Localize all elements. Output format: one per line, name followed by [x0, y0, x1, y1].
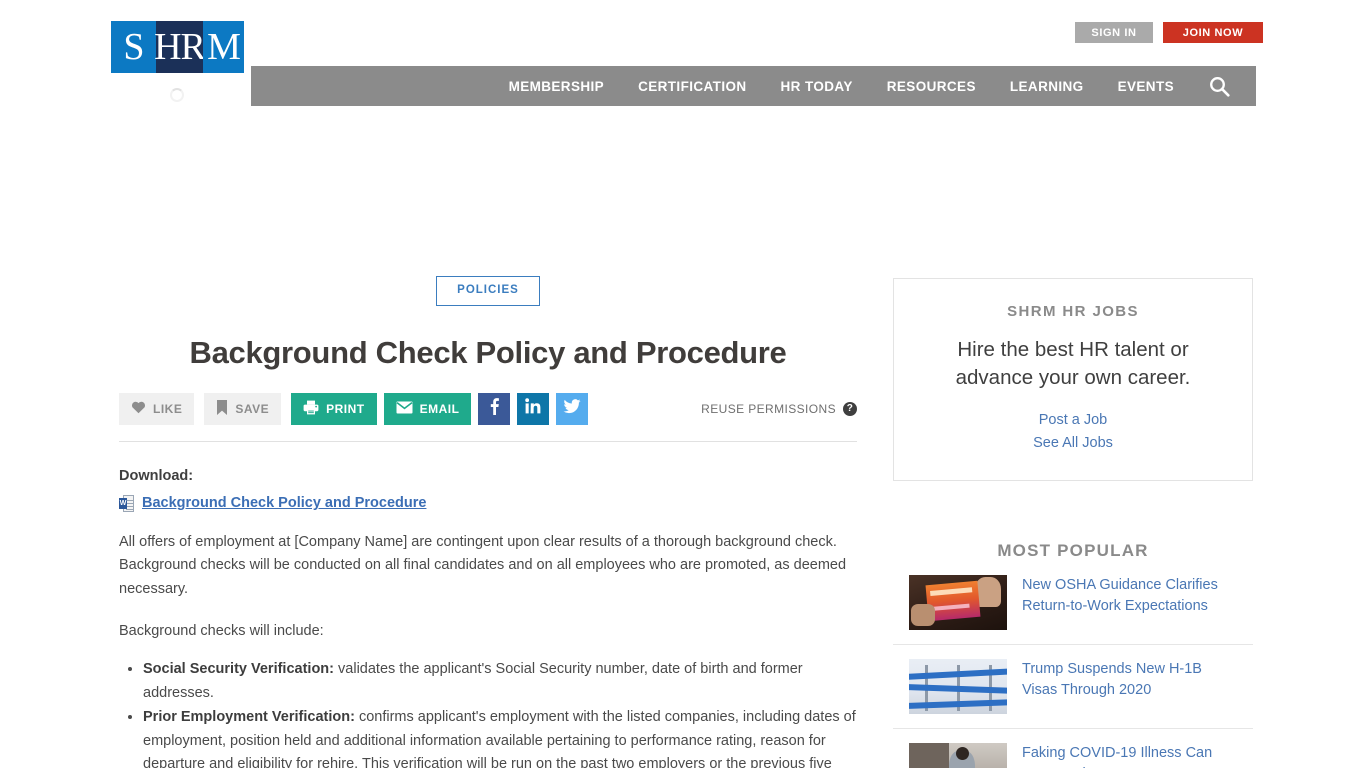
nav-item-events[interactable]: EVENTS	[1101, 79, 1191, 94]
jobs-widget-links: Post a Job See All Jobs	[922, 409, 1224, 454]
nav-item-hr-today[interactable]: HR TODAY	[764, 79, 870, 94]
article-thumbnail	[909, 575, 1007, 631]
save-button[interactable]: SAVE	[204, 392, 282, 425]
sidebar: SHRM HR JOBS Hire the best HR talent or …	[893, 278, 1253, 768]
list-item[interactable]: Faking COVID-19 Illness Can Have Serious…	[893, 728, 1253, 768]
nav-item-resources[interactable]: RESOURCES	[870, 79, 993, 94]
content-divider	[119, 440, 857, 442]
word-document-icon: W	[119, 494, 134, 512]
list-item[interactable]: Trump Suspends New H-1B Visas Through 20…	[893, 644, 1253, 728]
most-popular-widget: MOST POPULAR New OSHA Guidance Clarifies…	[893, 541, 1253, 768]
download-label: Download:	[119, 467, 194, 484]
email-label: EMAIL	[419, 401, 460, 416]
see-all-jobs-link[interactable]: See All Jobs	[922, 432, 1224, 454]
logo-block-m: M	[203, 21, 244, 73]
download-link[interactable]: Background Check Policy and Procedure	[142, 495, 426, 511]
list-item: Social Security Verification: validates …	[143, 658, 857, 705]
article-thumbnail	[909, 743, 1007, 768]
email-button[interactable]: EMAIL	[383, 392, 472, 425]
list-item[interactable]: New OSHA Guidance Clarifies Return-to-Wo…	[893, 561, 1253, 644]
linkedin-icon	[525, 398, 541, 419]
main-navigation: MEMBERSHIP CERTIFICATION HR TODAY RESOUR…	[251, 66, 1256, 106]
account-buttons: SIGN IN JOIN NOW	[1075, 22, 1263, 43]
list-item-term: Prior Employment Verification:	[143, 709, 355, 726]
most-popular-title: MOST POPULAR	[997, 541, 1149, 561]
list-item: Prior Employment Verification: confirms …	[143, 706, 857, 768]
list-item-term: Social Security Verification:	[143, 661, 334, 678]
nav-item-certification[interactable]: CERTIFICATION	[621, 79, 763, 94]
intro-paragraph: All offers of employment at [Company Nam…	[119, 533, 847, 597]
loading-spinner-icon	[170, 88, 184, 102]
article-title[interactable]: New OSHA Guidance Clarifies Return-to-Wo…	[1022, 575, 1237, 617]
search-icon[interactable]	[1191, 76, 1244, 97]
help-icon[interactable]: ?	[843, 401, 857, 416]
download-row[interactable]: W Background Check Policy and Procedure	[119, 494, 857, 512]
save-label: SAVE	[235, 401, 270, 416]
shrm-logo[interactable]: S HR M	[111, 21, 244, 73]
jobs-widget-tagline: Hire the best HR talent or advance your …	[955, 338, 1191, 389]
facebook-icon	[490, 397, 499, 420]
join-now-button[interactable]: JOIN NOW	[1163, 22, 1263, 43]
shrm-hr-jobs-widget: SHRM HR JOBS Hire the best HR talent or …	[893, 278, 1253, 482]
twitter-icon	[563, 398, 582, 419]
facebook-share-button[interactable]	[478, 392, 511, 425]
reuse-permissions-button[interactable]: REUSE PERMISSIONS ?	[701, 401, 857, 416]
linkedin-share-button[interactable]	[517, 392, 550, 425]
reuse-permissions-label: REUSE PERMISSIONS	[701, 401, 836, 416]
article-body: Download: W Background Check Policy and …	[119, 468, 857, 768]
logo-block-hr: HR	[154, 21, 206, 73]
nav-item-membership[interactable]: MEMBERSHIP	[492, 79, 622, 94]
print-label: PRINT	[326, 401, 365, 416]
post-a-job-link[interactable]: Post a Job	[922, 409, 1224, 431]
printer-icon	[303, 400, 319, 418]
nav-item-learning[interactable]: LEARNING	[993, 79, 1101, 94]
sign-in-button[interactable]: SIGN IN	[1075, 22, 1153, 43]
page-title: Background Check Policy and Procedure	[189, 334, 787, 370]
includes-paragraph: Background checks will include:	[119, 623, 324, 640]
jobs-widget-title: SHRM HR JOBS	[1007, 303, 1139, 320]
print-button[interactable]: PRINT	[291, 392, 377, 425]
heart-icon	[131, 400, 146, 417]
like-label: LIKE	[153, 401, 183, 416]
article-title[interactable]: Trump Suspends New H-1B Visas Through 20…	[1022, 659, 1237, 701]
like-button[interactable]: LIKE	[119, 392, 195, 425]
background-check-list: Social Security Verification: validates …	[119, 658, 857, 768]
category-badge-wrap: POLICIES	[119, 276, 857, 306]
twitter-share-button[interactable]	[556, 392, 589, 425]
article-action-bar: LIKE SAVE PRINT EMAIL REUSE PERMISSIONS …	[119, 392, 857, 425]
category-badge[interactable]: POLICIES	[436, 276, 540, 306]
envelope-icon	[396, 401, 413, 417]
article-title[interactable]: Faking COVID-19 Illness Can Have Serious…	[1022, 743, 1237, 768]
logo-block-s: S	[111, 21, 156, 73]
site-header: S HR M SIGN IN JOIN NOW MEMBERSHIP CERTI…	[0, 0, 1366, 108]
article-content: POLICIES Background Check Policy and Pro…	[119, 276, 857, 768]
article-thumbnail	[909, 659, 1007, 715]
bookmark-icon	[216, 399, 228, 418]
